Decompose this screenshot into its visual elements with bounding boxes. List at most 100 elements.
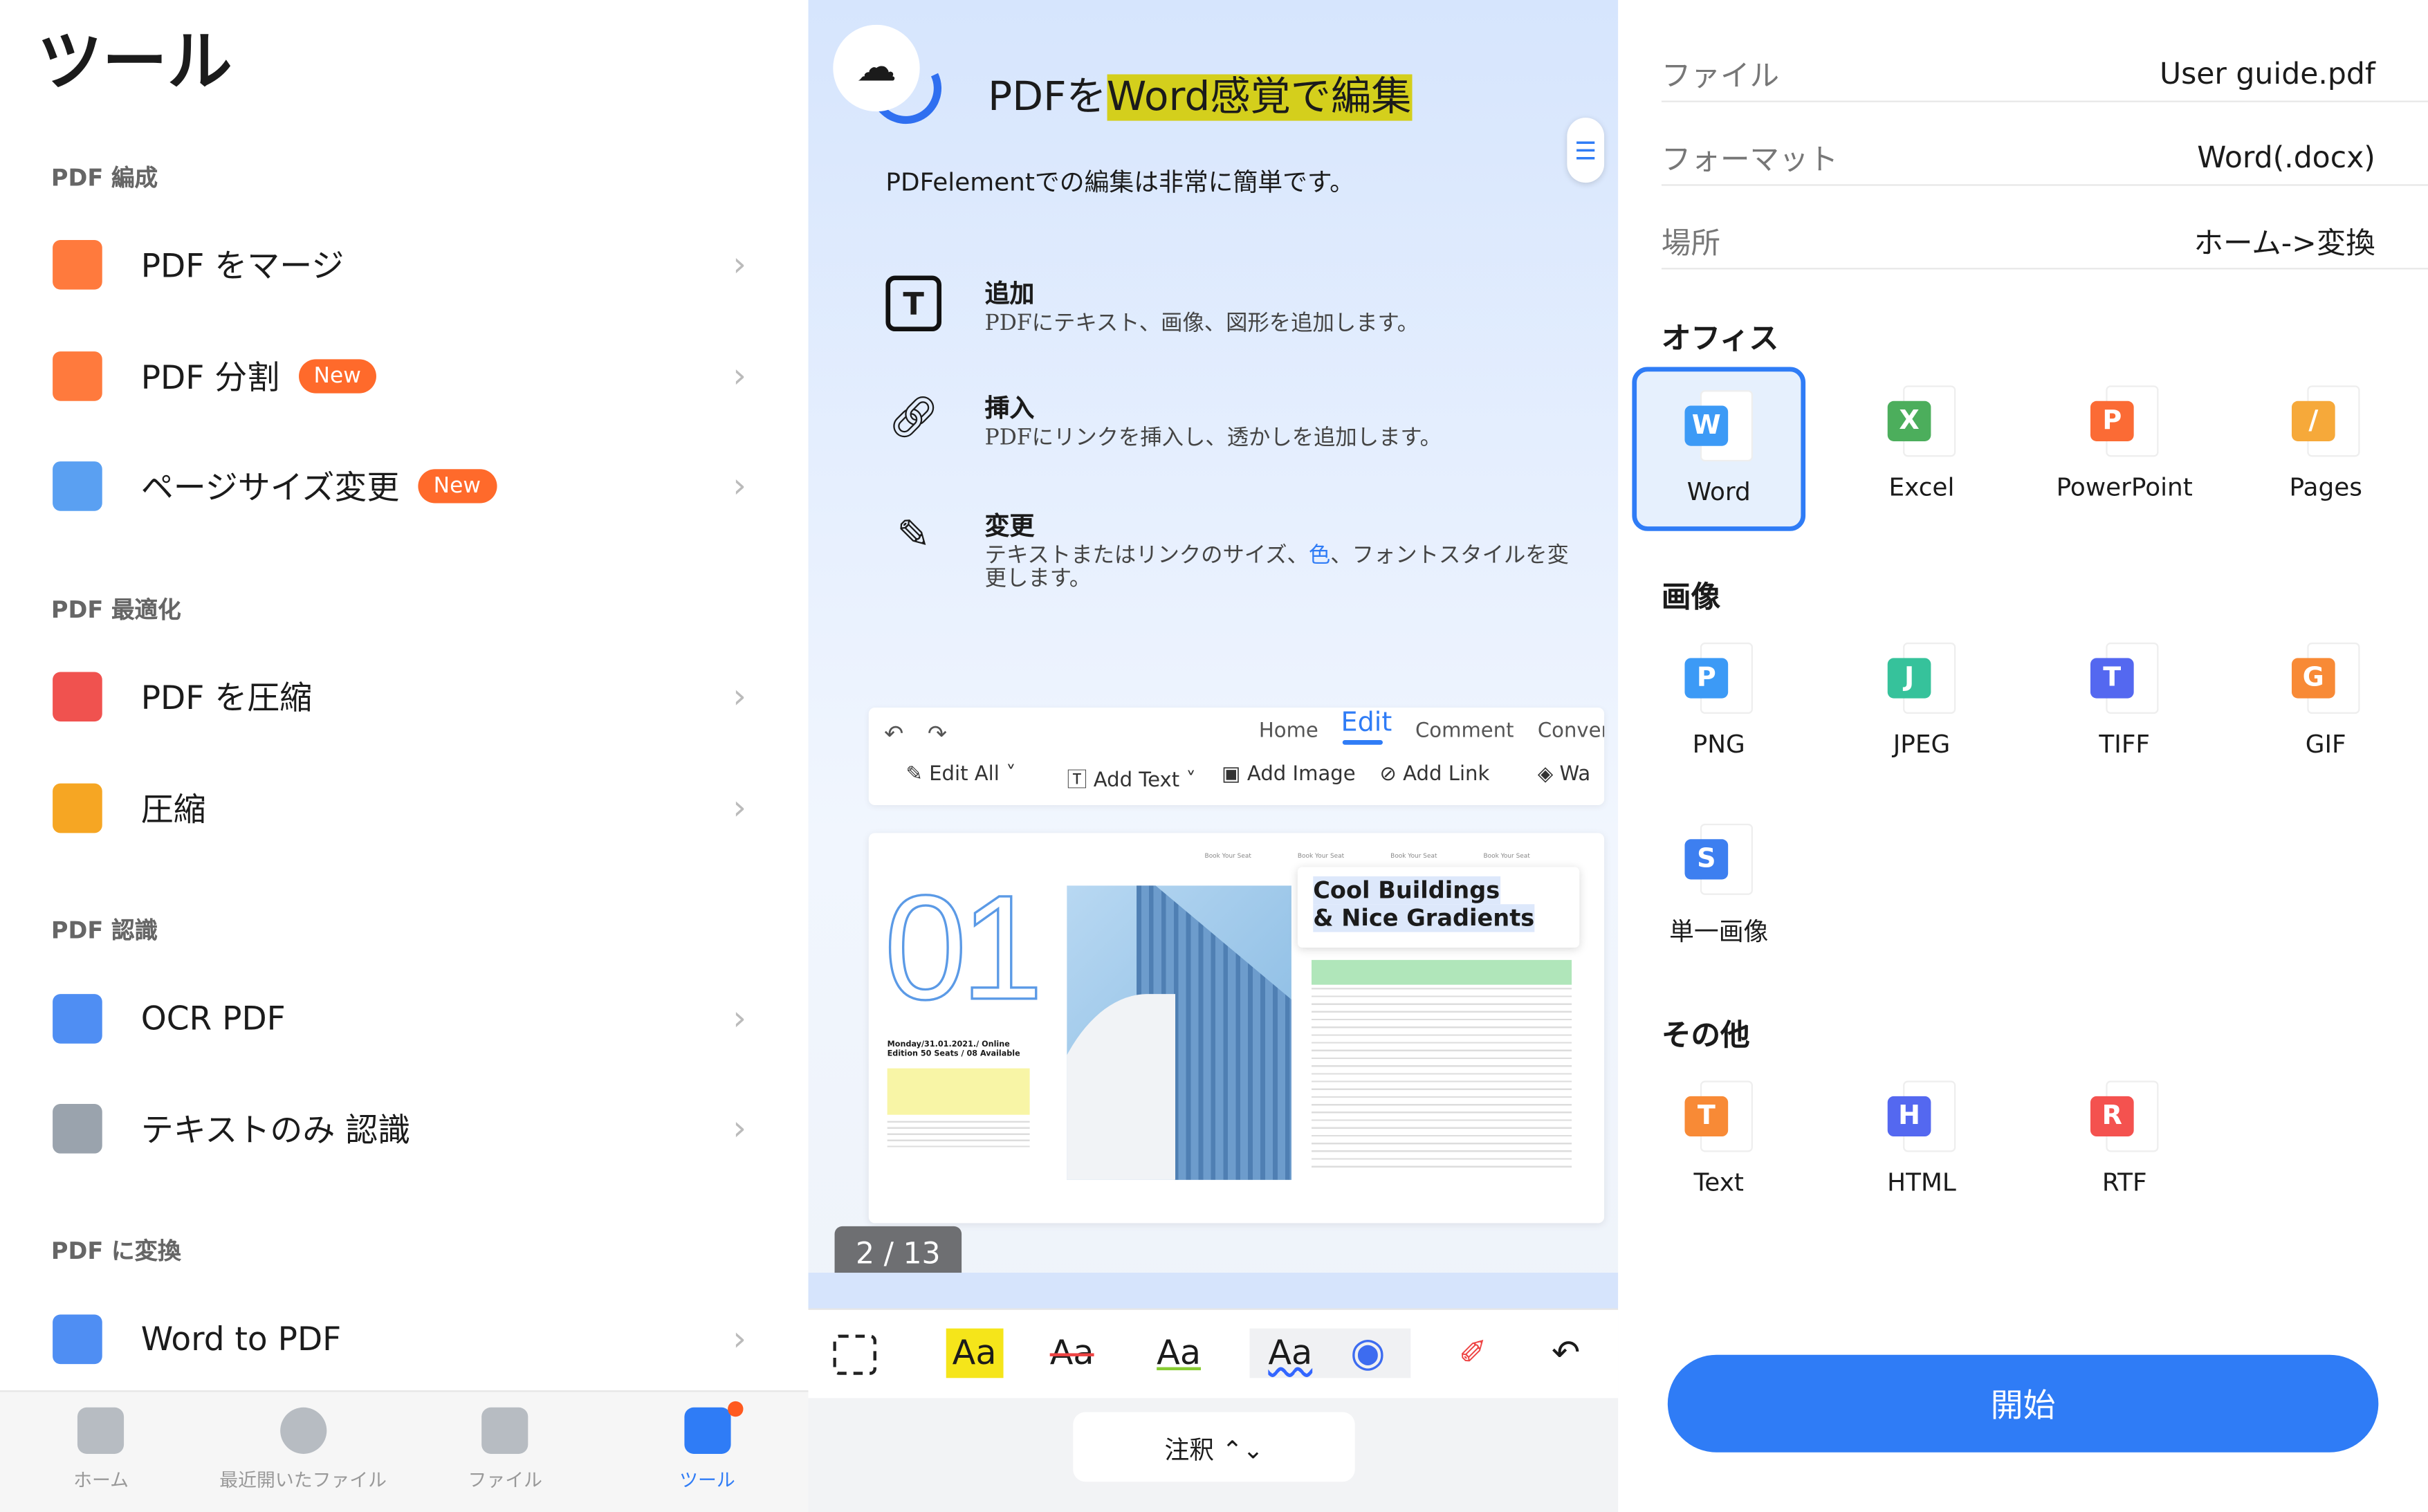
format-png[interactable]: P PNG [1632, 624, 1805, 788]
color-picker-icon[interactable]: ◉ [1350, 1329, 1386, 1379]
split-icon [53, 351, 102, 401]
format-group-header: 画像 [1661, 580, 1721, 615]
menu-icon[interactable]: ☰ [1567, 118, 1605, 183]
format-html[interactable]: H HTML [1835, 1062, 2009, 1226]
format-pages[interactable]: ∕ Pages [2239, 367, 2413, 531]
edit-all-button[interactable]: ✎ Edit All ˅ [906, 764, 1016, 787]
toolbox-icon [683, 1401, 743, 1454]
tool-item[interactable]: 圧縮 › [0, 759, 808, 858]
tool-item[interactable]: ページサイズ変更 New › [0, 436, 808, 535]
chevron-right-icon: › [733, 677, 746, 717]
format-label: RTF [2101, 1167, 2147, 1197]
chevron-right-icon: › [733, 1109, 746, 1148]
tab-home[interactable]: Home [1259, 720, 1318, 744]
preview-subtitle: PDFelementでの編集は非常に簡単です。 [885, 167, 1354, 197]
info-key: 場所 [1661, 226, 1721, 261]
format-word[interactable]: W Word [1632, 367, 1806, 531]
tab-folder[interactable]: ファイル [404, 1392, 606, 1512]
add-text-button[interactable]: 🅃 Add Text ˅ [1067, 764, 1196, 793]
tab-recent[interactable]: 最近開いたファイル [202, 1392, 404, 1512]
tool-label: PDF 分割 [140, 359, 280, 397]
annotation-toolbar: Aa Aa Aa Aa ◉ ✐ ↶ [808, 1308, 1619, 1399]
format-label: PNG [1692, 729, 1745, 759]
tool-item[interactable]: OCR PDF › [0, 969, 808, 1068]
format-label: Word [1686, 477, 1751, 506]
new-badge: New [298, 359, 377, 394]
format-jpeg[interactable]: J JPEG [1835, 624, 2009, 788]
tool-item[interactable]: Word to PDF › [0, 1290, 808, 1389]
add-link-button[interactable]: ⊘ Add Link [1380, 764, 1490, 787]
document-page[interactable]: Book Your Seat Book Your Seat Book Your … [868, 833, 1605, 1224]
tab-comment[interactable]: Comment [1415, 720, 1514, 744]
info-key: ファイル [1661, 59, 1780, 94]
bottom-bar: 注釈 ⌃⌄ [808, 1398, 1619, 1512]
undo-icon[interactable]: ↶ [884, 720, 903, 748]
chevron-right-icon: › [733, 245, 746, 284]
tool-label: Word to PDF [140, 1320, 342, 1358]
chevron-right-icon: › [733, 999, 746, 1038]
format-text[interactable]: T Text [1632, 1062, 1805, 1226]
tool-label: ページサイズ変更 [140, 469, 400, 506]
format-excel[interactable]: X Excel [1835, 367, 2009, 531]
selected-text-box[interactable]: Cool Buildings & Nice Gradients [1297, 867, 1580, 948]
format-tiff[interactable]: T TIFF [2038, 624, 2211, 788]
preview-title: PDFをWord感覚で編集 [988, 65, 1412, 122]
underline-tool[interactable]: Aa [1157, 1329, 1201, 1379]
strikethrough-tool[interactable]: Aa [1050, 1329, 1094, 1379]
tab-convert[interactable]: Convert [1538, 720, 1604, 744]
file-format-icon: G [2291, 642, 2360, 714]
format-label: GIF [2305, 729, 2346, 759]
edit-toolbar: ↶ ↷ Home Edit Comment Convert ✎ Edit All… [868, 707, 1605, 806]
tab-home[interactable]: ホーム [0, 1392, 202, 1512]
format-label: 単一画像 [1669, 916, 1769, 946]
tool-item[interactable]: テキストのみ 認識 › [0, 1079, 808, 1178]
area-select-icon[interactable] [833, 1334, 876, 1375]
file-format-icon: T [1684, 1080, 1753, 1152]
eraser-icon[interactable]: ✐ [1459, 1329, 1487, 1379]
add-image-button[interactable]: ▣ Add Image [1222, 764, 1355, 787]
chevron-right-icon: › [733, 789, 746, 828]
tab-edit[interactable]: Edit [1341, 708, 1392, 739]
annotation-mode-button[interactable]: 注釈 ⌃⌄ [1073, 1412, 1355, 1482]
feature-title: 変更 [984, 510, 1035, 541]
format-label: Excel [1888, 472, 1955, 502]
info-value: Word(.docx) [2197, 140, 2375, 175]
book-link: Book Your Seat [1204, 851, 1251, 860]
tool-item[interactable]: PDF 分割 New › [0, 326, 808, 425]
section-header: PDF 最適化 [50, 596, 181, 625]
chevron-right-icon: › [733, 466, 746, 506]
undo-icon[interactable]: ↶ [1552, 1329, 1580, 1379]
format-label: Text [1693, 1167, 1744, 1197]
tool-item[interactable]: PDF をマージ › [0, 215, 808, 314]
info-row: 場所 ホーム->変換 [1661, 186, 2428, 270]
pen-icon: ✎ [896, 512, 931, 560]
cloud-upload-icon[interactable]: ☁ [833, 24, 920, 112]
file-format-icon: J [1887, 642, 1956, 714]
squiggly-tool[interactable]: Aa [1249, 1328, 1411, 1379]
recent-icon [279, 1407, 327, 1454]
section-header: PDF 編成 [50, 164, 158, 192]
chevron-right-icon: › [733, 356, 746, 396]
format-gif[interactable]: G GIF [2239, 624, 2413, 788]
title-highlight: Word感覚で編集 [1106, 74, 1412, 121]
info-row: ファイル User guide.pdf [1661, 19, 2428, 102]
format-単一画像[interactable]: S 単一画像 [1632, 805, 1805, 969]
merge-icon [53, 239, 102, 290]
tab-toolbox[interactable]: ツール [606, 1392, 808, 1512]
bottom-tab-bar: ホーム 最近開いたファイル ファイル ツール [0, 1390, 809, 1512]
new-badge: New [418, 469, 497, 504]
feature-preview: ☁ PDFをWord感覚で編集 ☰ PDFelementでの編集は非常に簡単です… [808, 0, 1619, 1512]
redo-icon[interactable]: ↷ [928, 720, 947, 748]
folder-icon [481, 1407, 528, 1454]
highlight-tool[interactable]: Aa [946, 1328, 1003, 1379]
file-format-icon: S [1684, 823, 1753, 895]
tool-item[interactable]: PDF を圧縮 › [0, 647, 808, 746]
format-rtf[interactable]: R RTF [2038, 1062, 2211, 1226]
watermark-button[interactable]: ◈ Wa [1538, 764, 1590, 787]
start-button[interactable]: 開始 [1667, 1354, 2379, 1453]
tool-label: PDF をマージ [140, 248, 344, 285]
tab-label: ホーム [73, 1469, 129, 1491]
file-format-icon: R [2090, 1080, 2159, 1152]
book-link: Book Your Seat [1390, 851, 1437, 860]
format-powerpoint[interactable]: P PowerPoint [2038, 367, 2211, 531]
